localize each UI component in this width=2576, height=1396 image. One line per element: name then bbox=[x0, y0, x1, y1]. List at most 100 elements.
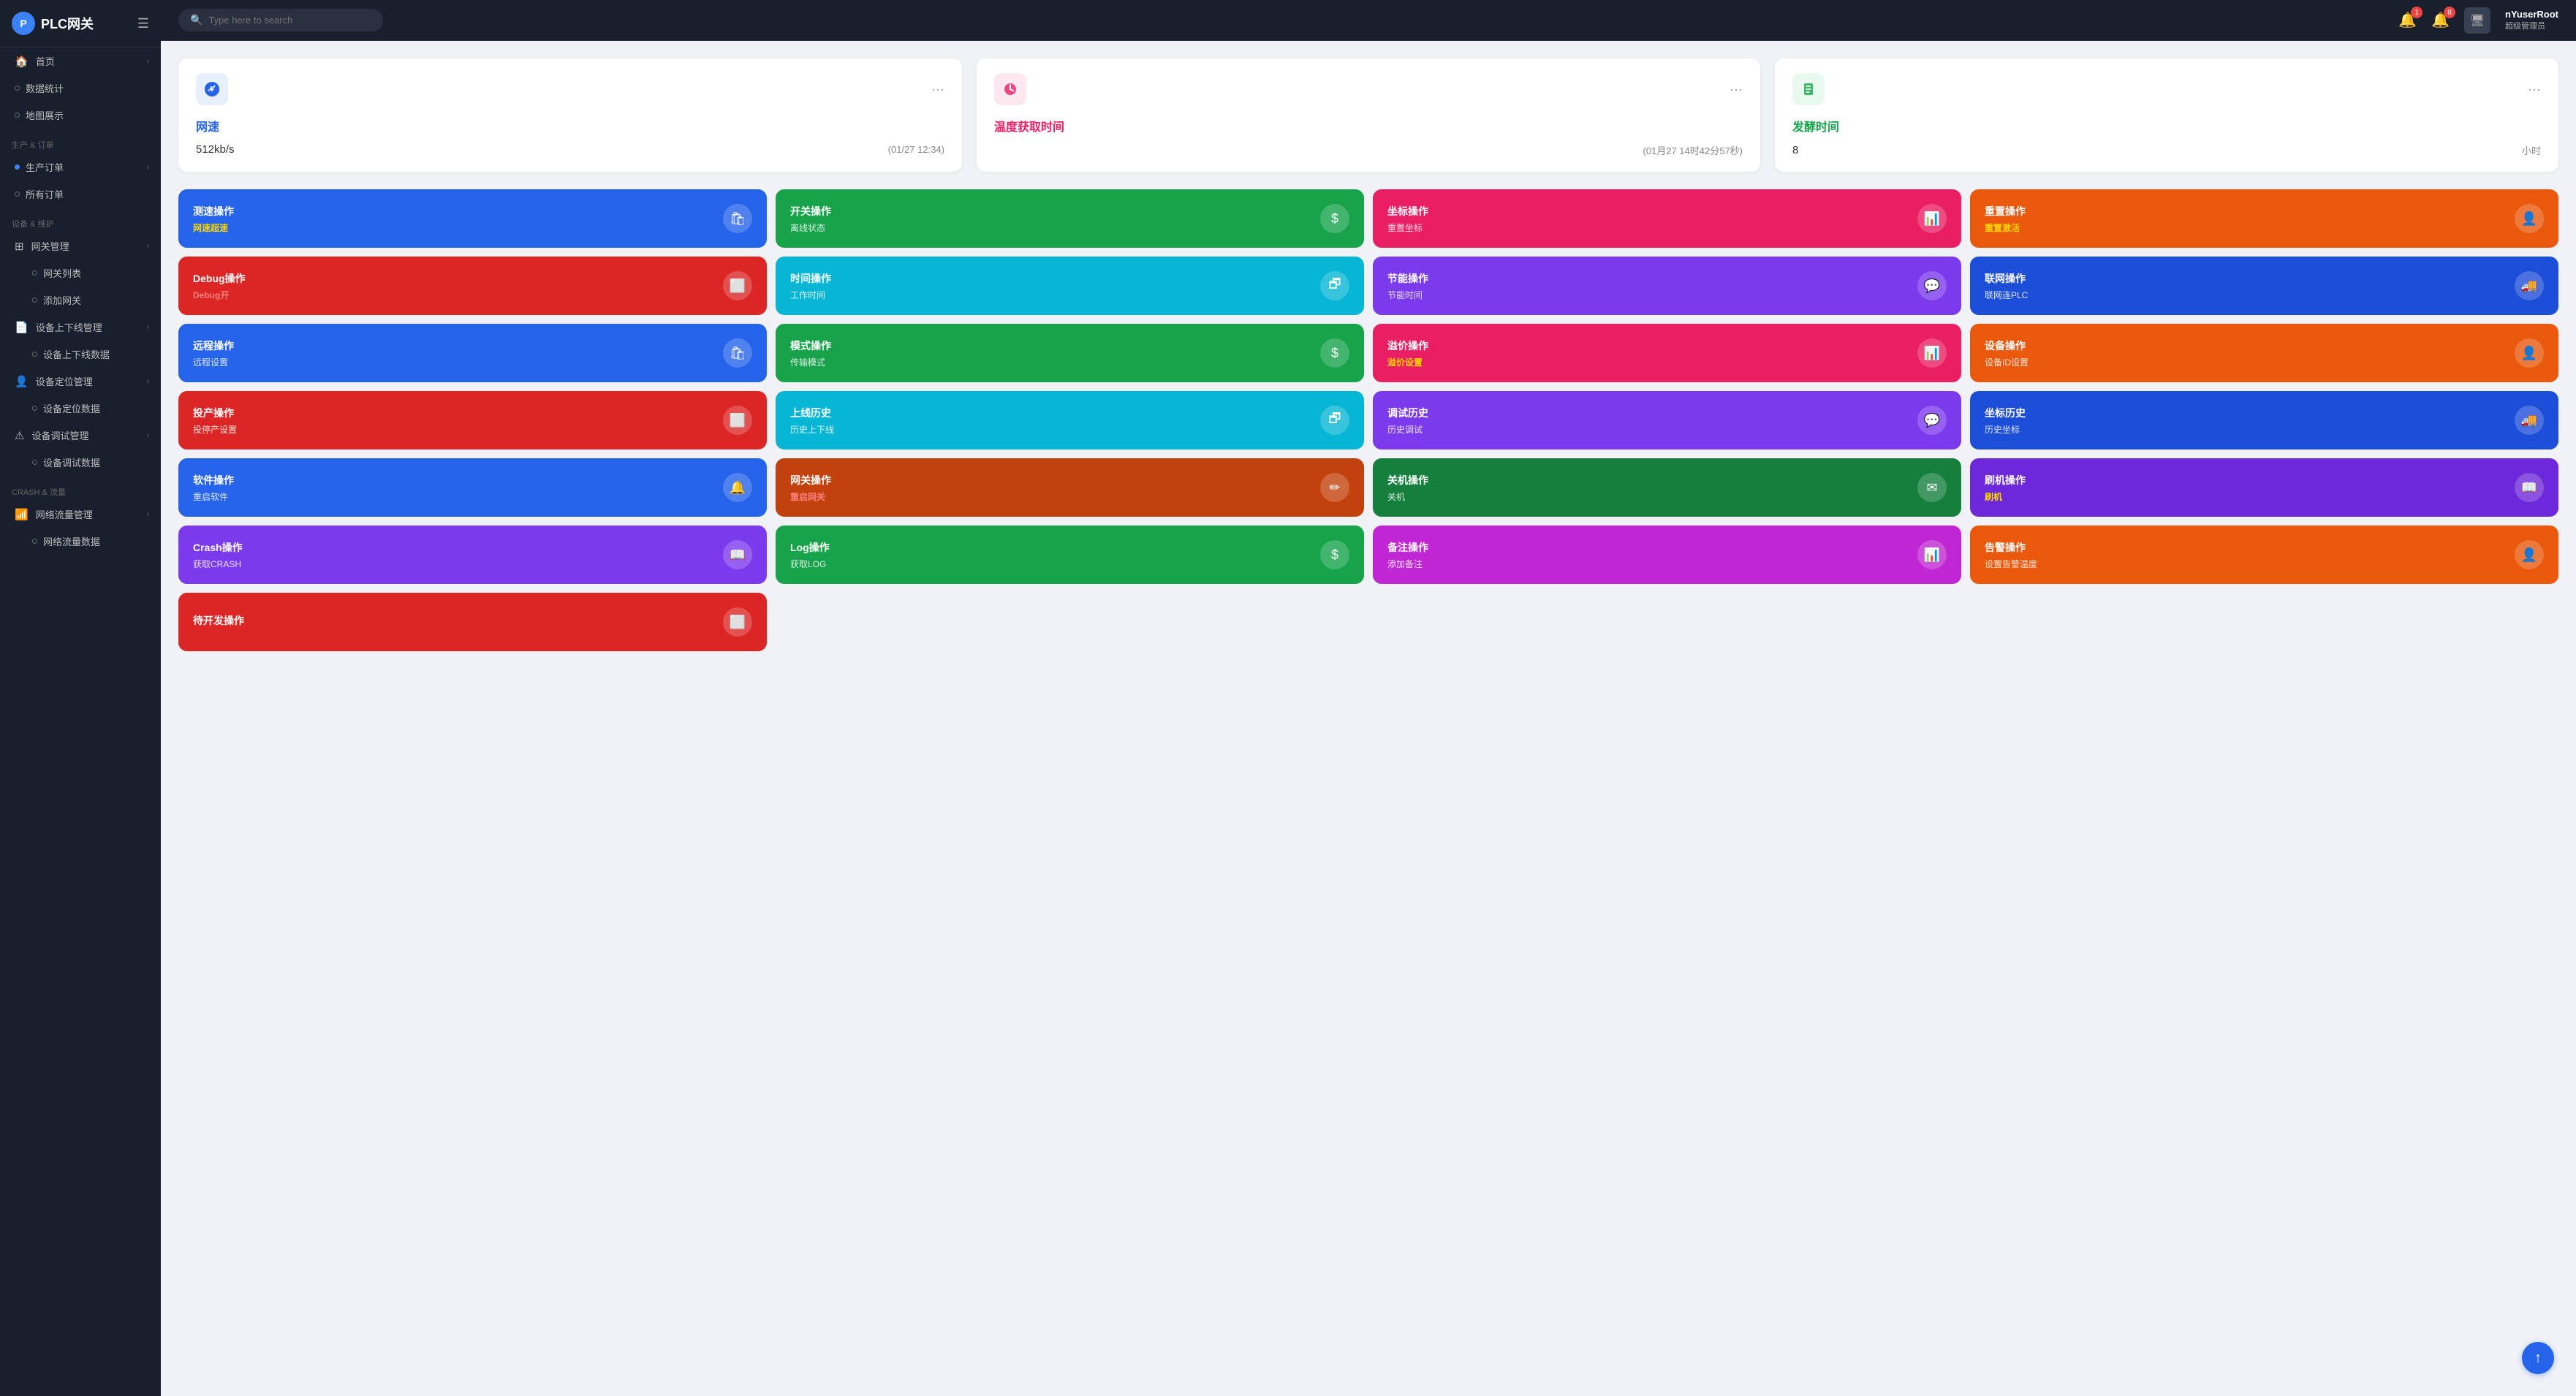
user-info[interactable]: nYuserRoot 超级管理员 bbox=[2505, 9, 2558, 31]
more-dots-speed[interactable]: ··· bbox=[931, 82, 944, 97]
action-card[interactable]: 溢价操作 溢价设置 📊 bbox=[1373, 324, 1961, 382]
action-card-title: 设备操作 bbox=[1985, 338, 2028, 353]
sidebar-item-all-orders[interactable]: 所有订单 bbox=[0, 181, 161, 208]
action-card[interactable]: 远程操作 远程设置 🛍 bbox=[178, 324, 767, 382]
sidebar-item-device-location-data[interactable]: 设备定位数据 bbox=[0, 395, 161, 422]
action-card-sub: 历史调试 bbox=[1387, 423, 1428, 436]
sidebar-item-device-online-data[interactable]: 设备上下线数据 bbox=[0, 341, 161, 368]
user-name: nYuserRoot bbox=[2505, 9, 2558, 20]
action-card-title: Log操作 bbox=[790, 540, 830, 555]
action-card[interactable]: Debug操作 Debug开 ⬜ bbox=[178, 257, 767, 315]
action-card[interactable]: 网关操作 重启网关 ✏ bbox=[776, 458, 1364, 517]
notification-button-2[interactable]: 🔔 8 bbox=[2431, 11, 2450, 29]
sidebar-item-map[interactable]: 地图展示 bbox=[0, 102, 161, 129]
action-card-title: 告警操作 bbox=[1985, 540, 2037, 555]
chevron-icon: ‹ bbox=[146, 377, 149, 386]
action-card-title: 调试历史 bbox=[1387, 406, 1428, 420]
sidebar-label-device-debug-mgmt: 设备调试管理 bbox=[31, 428, 88, 442]
action-card[interactable]: 重置操作 重置激活 👤 bbox=[1970, 189, 2558, 248]
more-dots-ferment[interactable]: ··· bbox=[2528, 82, 2541, 97]
action-card-icon: 🚚 bbox=[2515, 406, 2544, 435]
action-card-left: 模式操作 传输模式 bbox=[790, 338, 831, 368]
action-card[interactable]: 开关操作 离线状态 $ bbox=[776, 189, 1364, 248]
action-card[interactable]: 坐标历史 历史坐标 🚚 bbox=[1970, 391, 2558, 449]
action-card-sub: 重启软件 bbox=[193, 490, 234, 503]
action-card-icon: 📊 bbox=[1917, 338, 1947, 368]
action-card-left: 待开发操作 bbox=[193, 613, 244, 631]
action-card[interactable]: 设备操作 设备ID设置 👤 bbox=[1970, 324, 2558, 382]
action-card-title: 测速操作 bbox=[193, 204, 234, 219]
action-card[interactable]: 联网操作 联网连PLC 🚚 bbox=[1970, 257, 2558, 315]
action-card-title: 备注操作 bbox=[1387, 540, 1428, 555]
action-card-title: 联网操作 bbox=[1985, 271, 2028, 286]
sidebar-label-production-orders: 生产订单 bbox=[26, 160, 64, 174]
action-card[interactable]: 测速操作 网速超速 🛍 bbox=[178, 189, 767, 248]
more-dots-temp[interactable]: ··· bbox=[1730, 82, 1743, 97]
action-card[interactable]: 调试历史 历史调试 💬 bbox=[1373, 391, 1961, 449]
action-card[interactable]: 投产操作 投停产设置 ⬜ bbox=[178, 391, 767, 449]
sidebar-item-device-debug-data[interactable]: 设备调试数据 bbox=[0, 449, 161, 476]
action-card-left: 关机操作 关机 bbox=[1387, 473, 1428, 503]
sidebar-item-device-debug-mgmt[interactable]: ⚠ 设备调试管理 ‹ bbox=[0, 422, 161, 449]
action-card[interactable]: Log操作 获取LOG $ bbox=[776, 526, 1364, 584]
action-card[interactable]: 待开发操作 ⬜ bbox=[178, 593, 767, 651]
action-card-icon: 📊 bbox=[1917, 204, 1947, 233]
hamburger-button[interactable]: ☰ bbox=[137, 16, 149, 31]
app-logo: P PLC网关 bbox=[12, 12, 94, 35]
action-card[interactable]: 告警操作 设置告警温度 👤 bbox=[1970, 526, 2558, 584]
action-card-sub: 传输模式 bbox=[790, 356, 831, 368]
sidebar-item-gateway-mgmt[interactable]: ⊞ 网关管理 ‹ bbox=[0, 232, 161, 259]
action-card[interactable]: 备注操作 添加备注 📊 bbox=[1373, 526, 1961, 584]
action-card-title: 坐标操作 bbox=[1387, 204, 1428, 219]
warn-icon: ⚠ bbox=[15, 429, 24, 442]
action-card[interactable]: Crash操作 获取CRASH 📖 bbox=[178, 526, 767, 584]
search-box[interactable]: 🔍 bbox=[178, 9, 383, 31]
action-card[interactable]: 刷机操作 刷机 📖 bbox=[1970, 458, 2558, 517]
section-label-production: 生产 & 订单 bbox=[0, 129, 161, 153]
sidebar-item-data-stats[interactable]: 数据统计 bbox=[0, 75, 161, 102]
action-card[interactable]: 模式操作 传输模式 $ bbox=[776, 324, 1364, 382]
sidebar-item-production-orders[interactable]: 生产订单 ‹ bbox=[0, 153, 161, 181]
action-card-sub: 工作时间 bbox=[790, 289, 831, 301]
action-card-sub: 重置坐标 bbox=[1387, 221, 1428, 234]
chevron-icon: ‹ bbox=[146, 163, 149, 172]
sidebar-label-gateway-list: 网关列表 bbox=[43, 266, 81, 280]
sidebar-label-device-online-data: 设备上下线数据 bbox=[43, 347, 110, 361]
grid-icon: ⊞ bbox=[15, 240, 24, 253]
scroll-up-button[interactable]: ↑ bbox=[2522, 1342, 2554, 1374]
action-card-title: 网关操作 bbox=[790, 473, 831, 488]
action-card-left: 节能操作 节能时间 bbox=[1387, 271, 1428, 301]
action-card[interactable]: 关机操作 关机 ✉ bbox=[1373, 458, 1961, 517]
action-card-sub: 设备ID设置 bbox=[1985, 356, 2028, 368]
action-card[interactable]: 软件操作 重启软件 🔔 bbox=[178, 458, 767, 517]
action-card-sub: 投停产设置 bbox=[193, 423, 237, 436]
sidebar-item-gateway-list[interactable]: 网关列表 bbox=[0, 259, 161, 287]
action-card-title: 开关操作 bbox=[790, 204, 831, 219]
sidebar: P PLC网关 ☰ 🏠 首页 ‹ 数据统计 地图展示 生产 & 订单 生产订单 … bbox=[0, 0, 161, 1396]
action-card-left: 时间操作 工作时间 bbox=[790, 271, 831, 301]
action-card-left: Log操作 获取LOG bbox=[790, 540, 830, 570]
action-card-sub: Debug开 bbox=[193, 289, 246, 301]
action-card-icon: ⬜ bbox=[723, 406, 752, 435]
action-card[interactable]: 坐标操作 重置坐标 📊 bbox=[1373, 189, 1961, 248]
action-card[interactable]: 节能操作 节能时间 💬 bbox=[1373, 257, 1961, 315]
sidebar-label-device-online-mgmt: 设备上下线管理 bbox=[36, 320, 102, 334]
sidebar-label-device-debug-data: 设备调试数据 bbox=[43, 455, 100, 469]
chevron-icon: ‹ bbox=[146, 242, 149, 251]
sidebar-item-add-gateway[interactable]: 添加网关 bbox=[0, 287, 161, 314]
action-card-sub: 溢价设置 bbox=[1387, 356, 1428, 368]
action-card-title: 软件操作 bbox=[193, 473, 234, 488]
action-card[interactable]: 时间操作 工作时间 🗗 bbox=[776, 257, 1364, 315]
sidebar-item-traffic-data[interactable]: 网络流量数据 bbox=[0, 528, 161, 555]
section-label-device: 设备 & 维护 bbox=[0, 208, 161, 232]
sidebar-item-device-online-mgmt[interactable]: 📄 设备上下线管理 ‹ bbox=[0, 314, 161, 341]
action-card[interactable]: 上线历史 历史上下线 🗗 bbox=[776, 391, 1364, 449]
sidebar-item-device-location-mgmt[interactable]: 👤 设备定位管理 ‹ bbox=[0, 368, 161, 395]
action-card-icon: 🗗 bbox=[1320, 271, 1349, 300]
search-icon: 🔍 bbox=[190, 14, 202, 26]
action-card-title: 上线历史 bbox=[790, 406, 834, 420]
notification-button-1[interactable]: 🔔 1 bbox=[2398, 11, 2417, 29]
sidebar-item-traffic-mgmt[interactable]: 📶 网络流量管理 ‹ bbox=[0, 501, 161, 528]
sidebar-item-home[interactable]: 🏠 首页 ‹ bbox=[0, 48, 161, 75]
search-input[interactable] bbox=[208, 15, 371, 26]
